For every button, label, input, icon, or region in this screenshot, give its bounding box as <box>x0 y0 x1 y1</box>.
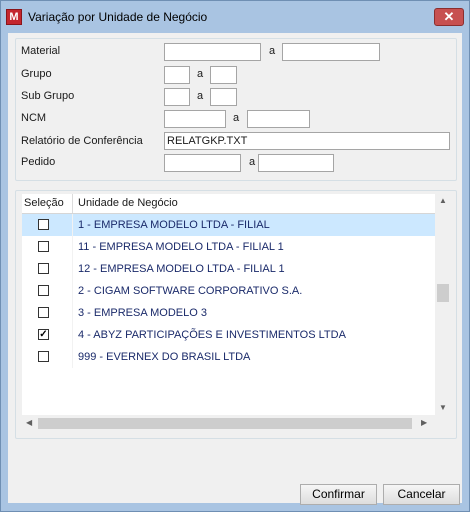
business-unit-cell: 11 - EMPRESA MODELO LTDA - FILIAL 1 <box>78 241 284 253</box>
row-checkbox[interactable] <box>38 241 49 252</box>
material-to-input[interactable] <box>282 43 380 61</box>
column-header-unidade[interactable]: Unidade de Negócio <box>78 197 178 209</box>
scroll-right-icon[interactable]: ▶ <box>421 418 427 427</box>
table-row[interactable]: 11 - EMPRESA MODELO LTDA - FILIAL 1 <box>22 236 435 258</box>
filter-panel: Material a Grupo a Sub Grupo a NCM a Rel… <box>15 38 457 181</box>
subgrupo-to-input[interactable] <box>210 88 237 106</box>
material-from-input[interactable] <box>164 43 261 61</box>
ncm-from-input[interactable] <box>164 110 226 128</box>
confirm-button[interactable]: Confirmar <box>300 484 377 505</box>
business-unit-cell: 4 - ABYZ PARTICIPAÇÕES E INVESTIMENTOS L… <box>78 329 346 341</box>
material-range-separator: a <box>269 45 276 57</box>
pedido-to-input[interactable] <box>258 154 334 172</box>
vertical-scrollbar[interactable]: ▲ ▼ <box>435 194 451 415</box>
grupo-from-input[interactable] <box>164 66 190 84</box>
business-unit-cell: 1 - EMPRESA MODELO LTDA - FILIAL <box>78 219 270 231</box>
table-row[interactable]: 12 - EMPRESA MODELO LTDA - FILIAL 1 <box>22 258 435 280</box>
close-button[interactable]: ✕ <box>434 8 464 26</box>
column-divider <box>72 324 73 346</box>
pedido-from-input[interactable] <box>164 154 241 172</box>
table-row[interactable]: 2 - CIGAM SOFTWARE CORPORATIVO S.A. <box>22 280 435 302</box>
relatorio-file-input[interactable]: RELATGKP.TXT <box>164 132 450 150</box>
row-checkbox[interactable] <box>38 307 49 318</box>
business-unit-panel: Seleção Unidade de Negócio 1 - EMPRESA M… <box>15 190 457 439</box>
grid-header: Seleção Unidade de Negócio <box>22 194 435 214</box>
row-checkbox[interactable] <box>38 263 49 274</box>
row-checkbox[interactable] <box>38 285 49 296</box>
scroll-up-icon[interactable]: ▲ <box>439 196 447 205</box>
cancel-button[interactable]: Cancelar <box>383 484 460 505</box>
material-label: Material <box>21 45 61 57</box>
column-divider <box>72 346 73 368</box>
business-unit-cell: 2 - CIGAM SOFTWARE CORPORATIVO S.A. <box>78 285 303 297</box>
column-divider <box>72 236 73 258</box>
ncm-to-input[interactable] <box>247 110 310 128</box>
column-divider <box>72 258 73 280</box>
grupo-label: Grupo <box>21 68 52 80</box>
title-bar[interactable]: M Variação por Unidade de Negócio ✕ <box>1 1 469 33</box>
ncm-label: NCM <box>21 112 47 124</box>
row-checkbox[interactable] <box>38 219 49 230</box>
ncm-range-separator: a <box>233 112 240 124</box>
horizontal-scrollbar[interactable]: ◀ ▶ <box>22 415 435 432</box>
column-header-selecao[interactable]: Seleção <box>24 197 64 209</box>
vertical-scroll-thumb[interactable] <box>437 284 449 302</box>
grupo-to-input[interactable] <box>210 66 237 84</box>
column-divider <box>72 280 73 302</box>
grupo-range-separator: a <box>197 68 204 80</box>
pedido-label: Pedido <box>21 156 56 168</box>
row-checkbox[interactable] <box>38 351 49 362</box>
business-unit-cell: 3 - EMPRESA MODELO 3 <box>78 307 207 319</box>
table-row[interactable]: 1 - EMPRESA MODELO LTDA - FILIAL <box>22 214 435 236</box>
table-row[interactable]: 999 - EVERNEX DO BRASIL LTDA <box>22 346 435 368</box>
window-title: Variação por Unidade de Negócio <box>28 10 208 24</box>
business-unit-cell: 12 - EMPRESA MODELO LTDA - FILIAL 1 <box>78 263 285 275</box>
scroll-down-icon[interactable]: ▼ <box>439 403 447 412</box>
table-row[interactable]: 3 - EMPRESA MODELO 3 <box>22 302 435 324</box>
dialog-body: Material a Grupo a Sub Grupo a NCM a Rel… <box>8 33 462 505</box>
horizontal-scroll-thumb[interactable] <box>38 418 412 429</box>
column-divider <box>72 302 73 324</box>
relatorio-label: Relatório de Conferência <box>21 135 143 147</box>
app-logo-icon: M <box>6 9 22 25</box>
pedido-range-separator: a <box>249 156 256 168</box>
scrollbar-corner <box>435 415 451 432</box>
business-unit-grid[interactable]: Seleção Unidade de Negócio 1 - EMPRESA M… <box>22 194 451 432</box>
subgrupo-range-separator: a <box>197 90 204 102</box>
subgrupo-from-input[interactable] <box>164 88 190 106</box>
subgrupo-label: Sub Grupo <box>21 90 75 102</box>
column-divider <box>72 214 73 236</box>
table-row[interactable]: ✓ 4 - ABYZ PARTICIPAÇÕES E INVESTIMENTOS … <box>22 324 435 346</box>
business-unit-cell: 999 - EVERNEX DO BRASIL LTDA <box>78 351 251 363</box>
dialog-window: M Variação por Unidade de Negócio ✕ Mate… <box>0 0 470 512</box>
row-checkbox[interactable]: ✓ <box>38 329 49 340</box>
column-divider[interactable] <box>72 194 73 213</box>
scroll-left-icon[interactable]: ◀ <box>26 418 32 427</box>
